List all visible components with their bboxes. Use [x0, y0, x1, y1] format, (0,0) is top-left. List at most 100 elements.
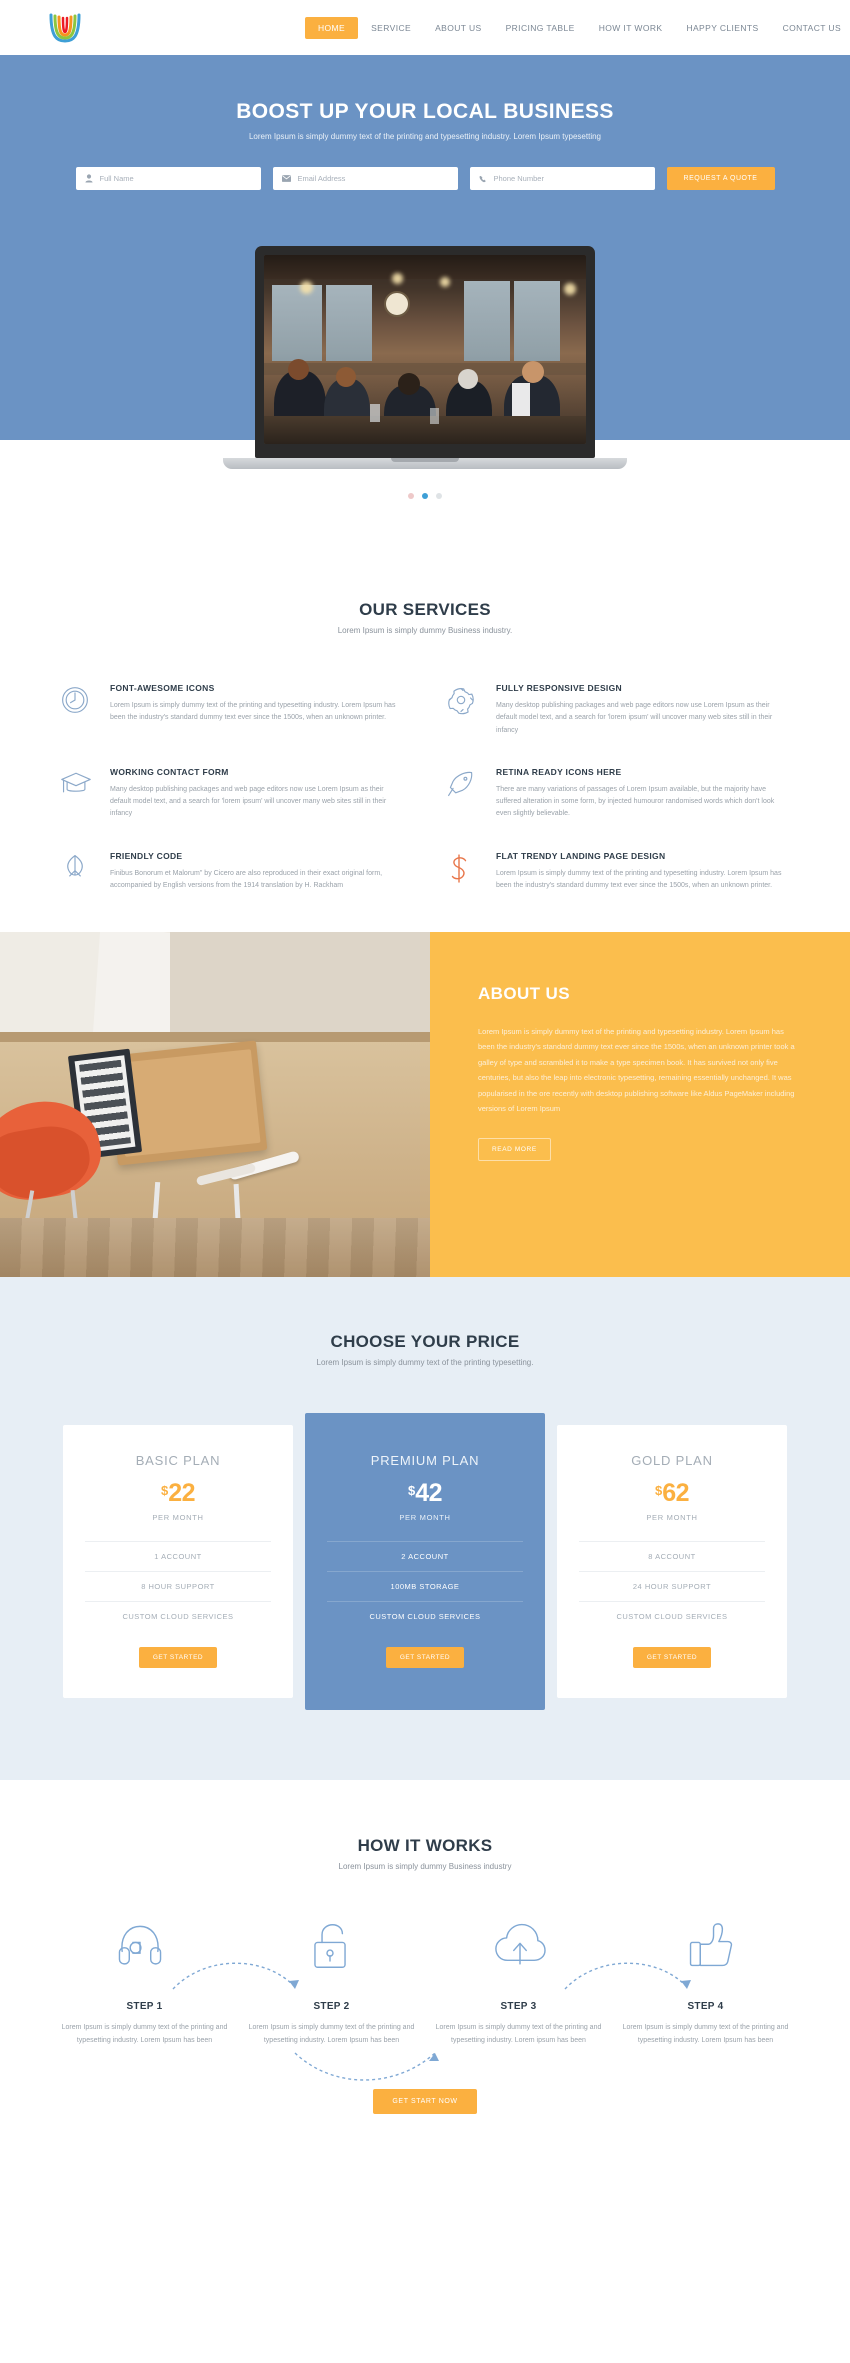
- services-grid: FONT-AWESOME ICONS Lorem Ipsum is simply…: [45, 683, 805, 892]
- bar-interior-photo: [264, 255, 586, 444]
- pricing-section: CHOOSE YOUR PRICE Lorem Ipsum is simply …: [0, 1277, 850, 1780]
- headphones-icon: [118, 1925, 162, 1965]
- plan-name: GOLD PLAN: [631, 1453, 713, 1468]
- plan-features: 2 ACCOUNT 100MB STORAGE CUSTOM CLOUD SER…: [327, 1541, 523, 1631]
- service-title: FULLY RESPONSIVE DESIGN: [496, 683, 622, 693]
- how-it-works-heading: HOW IT WORKS Lorem Ipsum is simply dummy…: [45, 1836, 805, 1871]
- laptop-showcase: [0, 246, 850, 499]
- get-started-button[interactable]: GET STARTED: [138, 1647, 218, 1668]
- request-a-quote-button[interactable]: REQUEST A QUOTE: [666, 167, 775, 190]
- plan-name: PREMIUM PLAN: [370, 1453, 480, 1468]
- step-icon-2: [235, 1921, 425, 1971]
- pricing-title: CHOOSE YOUR PRICE: [330, 1332, 520, 1351]
- slider-dot-3[interactable]: [436, 493, 442, 499]
- services-title: OUR SERVICES: [359, 600, 491, 619]
- hero-quote-form: REQUEST A QUOTE: [45, 167, 805, 190]
- landing-page: HOME SERVICE ABOUT US PRICING TABLE HOW …: [0, 0, 850, 2170]
- service-item-font-awesome-icons: FONT-AWESOME ICONS Lorem Ipsum is simply…: [60, 683, 404, 737]
- service-title: RETINA READY ICONS HERE: [496, 766, 622, 777]
- about-content: ABOUT US Lorem Ipsum is simply dummy tex…: [430, 932, 850, 1277]
- step-icon-4: [615, 1921, 805, 1971]
- get-start-now-button[interactable]: GET START NOW: [373, 2089, 477, 2115]
- cloud-upload-icon: [495, 1923, 546, 1965]
- price-amount: 22: [168, 1479, 196, 1507]
- service-text: Many desktop publishing packages and web…: [110, 785, 387, 818]
- currency-symbol: $: [407, 1483, 416, 1498]
- slider-dot-2[interactable]: [422, 493, 428, 499]
- hero-subtitle: Lorem Ipsum is simply dummy text of the …: [248, 132, 601, 141]
- nav-item-pricing-table[interactable]: PRICING TABLE: [495, 17, 586, 39]
- service-text: Many desktop publishing packages and web…: [496, 702, 773, 734]
- service-title: WORKING CONTACT FORM: [110, 766, 229, 777]
- plan-feature: 8 HOUR SUPPORT: [85, 1571, 271, 1601]
- main-navigation: HOME SERVICE ABOUT US PRICING TABLE HOW …: [305, 16, 850, 39]
- plan-period: PER MONTH: [646, 1513, 698, 1522]
- nav-item-how-it-work[interactable]: HOW IT WORK: [588, 17, 674, 39]
- step-icon-3: [425, 1921, 615, 1971]
- rainbow-arc-logo[interactable]: [45, 9, 85, 47]
- about-title: ABOUT US: [478, 984, 570, 1003]
- service-item-retina-ready-icons: RETINA READY ICONS HERE There are many v…: [446, 767, 790, 821]
- user-icon: [84, 174, 93, 183]
- how-it-works-title: HOW IT WORKS: [357, 1836, 493, 1855]
- service-text: Lorem Ipsum is simply dummy text of the …: [110, 702, 396, 722]
- currency-symbol: $: [654, 1483, 663, 1498]
- get-started-button[interactable]: GET STARTED: [632, 1647, 712, 1668]
- service-title: FONT-AWESOME ICONS: [110, 683, 215, 693]
- plan-feature: 1 ACCOUNT: [85, 1541, 271, 1571]
- plan-price: $62: [579, 1481, 765, 1506]
- currency-symbol: $: [160, 1483, 169, 1498]
- nav-item-home[interactable]: HOME: [305, 16, 359, 39]
- graduation-cap-icon: [60, 767, 94, 821]
- plan-feature: CUSTOM CLOUD SERVICES: [327, 1601, 523, 1631]
- dollar-sign-icon: [446, 851, 480, 893]
- phone-number-input[interactable]: [493, 174, 646, 183]
- plan-feature: 24 HOUR SUPPORT: [579, 1571, 765, 1601]
- pricing-heading: CHOOSE YOUR PRICE Lorem Ipsum is simply …: [45, 1332, 805, 1367]
- pricing-card-basic: BASIC PLAN $22 PER MONTH 1 ACCOUNT 8 HOU…: [63, 1425, 293, 1698]
- about-section: ABOUT US Lorem Ipsum is simply dummy tex…: [0, 932, 850, 1277]
- get-started-button[interactable]: GET STARTED: [385, 1647, 465, 1668]
- plan-feature: 100MB STORAGE: [327, 1571, 523, 1601]
- services-heading: OUR SERVICES Lorem Ipsum is simply dummy…: [45, 600, 805, 635]
- slider-dots: [408, 493, 442, 499]
- thumbs-up-icon: [689, 1923, 733, 1967]
- pricing-subtitle: Lorem Ipsum is simply dummy text of the …: [316, 1358, 534, 1367]
- read-more-button[interactable]: READ MORE: [478, 1138, 551, 1162]
- laptop-screen: [255, 246, 595, 458]
- how-it-works-icons: [45, 1921, 805, 1971]
- clock-icon: [60, 683, 94, 737]
- plan-price: $42: [327, 1481, 523, 1506]
- plan-period: PER MONTH: [152, 1513, 204, 1522]
- phone-number-field[interactable]: [469, 167, 655, 190]
- laptop-trackpad-notch: [391, 458, 459, 462]
- nav-item-service[interactable]: SERVICE: [360, 17, 422, 39]
- plan-features: 8 ACCOUNT 24 HOUR SUPPORT CUSTOM CLOUD S…: [579, 1541, 765, 1631]
- full-name-field[interactable]: [75, 167, 261, 190]
- service-text: There are many variations of passages of…: [496, 785, 775, 818]
- get-start-now-wrap: GET START NOW: [45, 2089, 805, 2115]
- nav-item-about-us[interactable]: ABOUT US: [424, 17, 493, 39]
- email-address-input[interactable]: [297, 174, 449, 183]
- plan-feature: CUSTOM CLOUD SERVICES: [579, 1601, 765, 1631]
- full-name-input[interactable]: [99, 174, 252, 183]
- slider-dot-1[interactable]: [408, 493, 414, 499]
- step-connector-arrows: [172, 1962, 691, 2081]
- pricing-cards: BASIC PLAN $22 PER MONTH 1 ACCOUNT 8 HOU…: [45, 1413, 805, 1710]
- pricing-card-gold: GOLD PLAN $62 PER MONTH 8 ACCOUNT 24 HOU…: [557, 1425, 787, 1698]
- unlock-icon: [314, 1924, 346, 1968]
- nav-item-happy-clients[interactable]: HAPPY CLIENTS: [675, 17, 769, 39]
- price-amount: 62: [662, 1479, 690, 1507]
- about-text: Lorem Ipsum is simply dummy text of the …: [478, 1027, 795, 1113]
- desk-with-notebook-and-orange-chair-photo: [0, 932, 430, 1277]
- how-it-works-section: HOW IT WORKS Lorem Ipsum is simply dummy…: [0, 1780, 850, 2170]
- service-text: Lorem Ipsum is simply dummy text of the …: [496, 869, 782, 889]
- pricing-card-premium: PREMIUM PLAN $42 PER MONTH 2 ACCOUNT 100…: [305, 1413, 545, 1710]
- plan-period: PER MONTH: [399, 1513, 451, 1522]
- plan-price: $22: [85, 1481, 271, 1506]
- site-header: HOME SERVICE ABOUT US PRICING TABLE HOW …: [0, 0, 850, 55]
- how-it-works-subtitle: Lorem Ipsum is simply dummy Business ind…: [338, 1862, 512, 1871]
- nav-item-contact-us[interactable]: CONTACT US: [772, 17, 850, 39]
- service-item-friendly-code: FRIENDLY CODE Finibus Bonorum et Malorum…: [60, 851, 404, 893]
- email-address-field[interactable]: [272, 167, 458, 190]
